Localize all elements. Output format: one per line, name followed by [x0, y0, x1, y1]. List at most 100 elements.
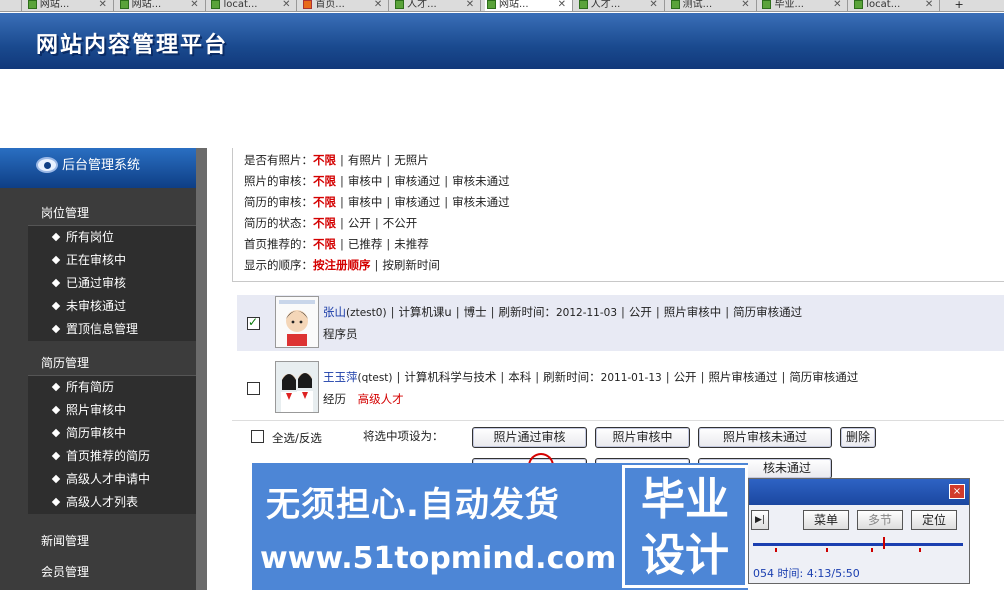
- filter-option[interactable]: 已推荐: [348, 237, 383, 251]
- filter-selected[interactable]: 不限: [313, 216, 336, 230]
- filter-selected[interactable]: 不限: [313, 153, 336, 167]
- browser-tab[interactable]: locat... ✕: [209, 0, 298, 11]
- sidebar-item[interactable]: 已通过审核: [28, 272, 196, 295]
- section-title-members[interactable]: 会员管理: [0, 557, 196, 588]
- browser-tab[interactable]: 首页... ✕: [301, 0, 390, 11]
- section-jobs-list: 所有岗位 正在审核中 已通过审核 未审核通过 置顶信息管理: [28, 225, 196, 341]
- browser-tab[interactable]: 毕业... ✕: [760, 0, 849, 11]
- progress-track[interactable]: [753, 543, 963, 546]
- sidebar-item[interactable]: 所有岗位: [28, 226, 196, 249]
- filter-option[interactable]: 审核未通过: [452, 195, 510, 209]
- close-icon[interactable]: ✕: [98, 0, 106, 10]
- filter-option[interactable]: 审核中: [348, 195, 383, 209]
- filter-row-homepage: 首页推荐的：不限 | 已推荐 | 未推荐: [244, 237, 429, 251]
- row-checkbox[interactable]: [247, 315, 260, 330]
- tab-list-button[interactable]: [0, 0, 22, 11]
- chapter-tick: [919, 548, 921, 552]
- chapter-tick: [871, 548, 873, 552]
- chapter-button[interactable]: 多节: [857, 510, 903, 530]
- next-frame-icon[interactable]: ▶|: [751, 510, 769, 530]
- player-titlebar: ×: [749, 479, 969, 505]
- page-title: 网站内容管理平台: [36, 33, 229, 58]
- filter-selected[interactable]: 按注册顺序: [313, 258, 371, 272]
- browser-tab-bar: 网站... ✕ 网站... ✕ locat... ✕ 首页... ✕ 人才... ✕ 网站…: [0, 0, 1004, 12]
- close-icon[interactable]: ✕: [190, 0, 198, 10]
- ad-overlay[interactable]: 无须担心.自动发货 www.51topmind.com 毕业 设计: [252, 463, 748, 590]
- result-info-line: 王玉萍(qtest) | 计算机科学与技术 | 本科 | 刷新时间：2011-01-13 | 公…: [323, 370, 859, 384]
- close-icon[interactable]: ✕: [649, 0, 657, 10]
- sidebar: 后台管理系统 岗位管理 所有岗位 正在审核中 已通过审核 未审核通过 置顶信息管…: [0, 148, 207, 590]
- filter-option[interactable]: 无照片: [394, 153, 429, 167]
- close-icon[interactable]: ✕: [558, 0, 566, 10]
- sidebar-item[interactable]: 首页推荐的简历: [28, 445, 196, 468]
- filter-row-photo: 是否有照片：不限 | 有照片 | 无照片: [244, 153, 429, 167]
- section-title-news[interactable]: 新闻管理: [0, 526, 196, 557]
- close-icon[interactable]: ×: [949, 484, 965, 499]
- approve-photo-button[interactable]: 照片通过审核: [472, 427, 587, 448]
- avatar: [275, 361, 319, 413]
- menu-button[interactable]: 菜单: [803, 510, 849, 530]
- sidebar-item[interactable]: 所有简历: [28, 376, 196, 399]
- filter-option[interactable]: 公开: [348, 216, 371, 230]
- sidebar-panel: 后台管理系统 岗位管理 所有岗位 正在审核中 已通过审核 未审核通过 置顶信息管…: [0, 148, 196, 590]
- filter-option[interactable]: 按刷新时间: [382, 258, 440, 272]
- result-row: 张山(ztest0)|计算机课u|博士|刷新时间：2012-11-03|公开|照…: [237, 295, 1004, 351]
- sidebar-item[interactable]: 照片审核中: [28, 399, 196, 422]
- delete-button[interactable]: 删除: [840, 427, 876, 448]
- talent-badge: 高级人才: [357, 392, 404, 406]
- result-position: 程序员: [323, 327, 358, 341]
- filter-option[interactable]: 审核中: [348, 174, 383, 188]
- browser-tab[interactable]: 网站... ✕: [26, 0, 114, 11]
- select-all-label[interactable]: 全选/反选: [272, 430, 322, 446]
- ad-line2: www.51topmind.com: [260, 541, 617, 576]
- close-icon[interactable]: ✕: [374, 0, 382, 10]
- eye-icon: [36, 157, 58, 173]
- sidebar-item[interactable]: 正在审核中: [28, 249, 196, 272]
- time-readout: 054 时间: 4:13/5:50: [753, 567, 860, 580]
- filter-selected[interactable]: 不限: [313, 195, 336, 209]
- close-icon[interactable]: ✕: [833, 0, 841, 10]
- locate-button[interactable]: 定位: [911, 510, 957, 530]
- row-checkbox[interactable]: [247, 382, 260, 395]
- close-icon[interactable]: ✕: [466, 0, 474, 10]
- filter-option[interactable]: 有照片: [348, 153, 383, 167]
- avatar: [275, 296, 319, 348]
- page-icon: [670, 0, 680, 9]
- filter-option[interactable]: 未推荐: [394, 237, 429, 251]
- page-icon: [303, 0, 313, 9]
- sidebar-item[interactable]: 置顶信息管理: [28, 318, 196, 341]
- set-label: 将选中项设为：: [363, 429, 444, 443]
- close-icon[interactable]: ✕: [925, 0, 933, 10]
- page-icon: [578, 0, 588, 9]
- filter-option[interactable]: 不公开: [383, 216, 418, 230]
- browser-tab-active[interactable]: 网站... ✕: [484, 0, 573, 11]
- sidebar-item[interactable]: 简历审核中: [28, 422, 196, 445]
- candidate-name[interactable]: 王玉萍: [323, 370, 358, 384]
- browser-tab[interactable]: 人才... ✕: [577, 0, 665, 11]
- filter-row-resume-review: 简历的审核：不限 | 审核中 | 审核通过 | 审核未通过: [244, 195, 510, 209]
- filter-option[interactable]: 审核未通过: [452, 174, 510, 188]
- browser-tab[interactable]: 人才... ✕: [393, 0, 482, 11]
- sidebar-item[interactable]: 高级人才列表: [28, 491, 196, 514]
- section-title-jobs[interactable]: 岗位管理: [0, 201, 196, 225]
- close-icon[interactable]: ✕: [282, 0, 290, 10]
- page-icon: [854, 0, 864, 9]
- new-tab-button[interactable]: +: [944, 0, 974, 11]
- section-title-resumes[interactable]: 简历管理: [0, 351, 196, 375]
- photo-reviewing-button[interactable]: 照片审核中: [595, 427, 690, 448]
- candidate-name[interactable]: 张山: [323, 305, 346, 319]
- reject-photo-button[interactable]: 照片审核未通过: [698, 427, 832, 448]
- browser-tab[interactable]: 测试... ✕: [669, 0, 757, 11]
- sidebar-item[interactable]: 未审核通过: [28, 295, 196, 318]
- sidebar-item[interactable]: 高级人才申请中: [28, 468, 196, 491]
- filter-selected[interactable]: 不限: [313, 237, 336, 251]
- playhead[interactable]: [883, 537, 885, 549]
- select-all-checkbox[interactable]: [251, 430, 264, 443]
- close-icon[interactable]: ✕: [741, 0, 749, 10]
- browser-tab[interactable]: locat... ✕: [852, 0, 941, 11]
- browser-tab[interactable]: 网站... ✕: [118, 0, 206, 11]
- filter-option[interactable]: 审核通过: [394, 174, 440, 188]
- filter-selected[interactable]: 不限: [313, 174, 336, 188]
- filter-option[interactable]: 审核通过: [394, 195, 440, 209]
- page-icon: [486, 0, 496, 9]
